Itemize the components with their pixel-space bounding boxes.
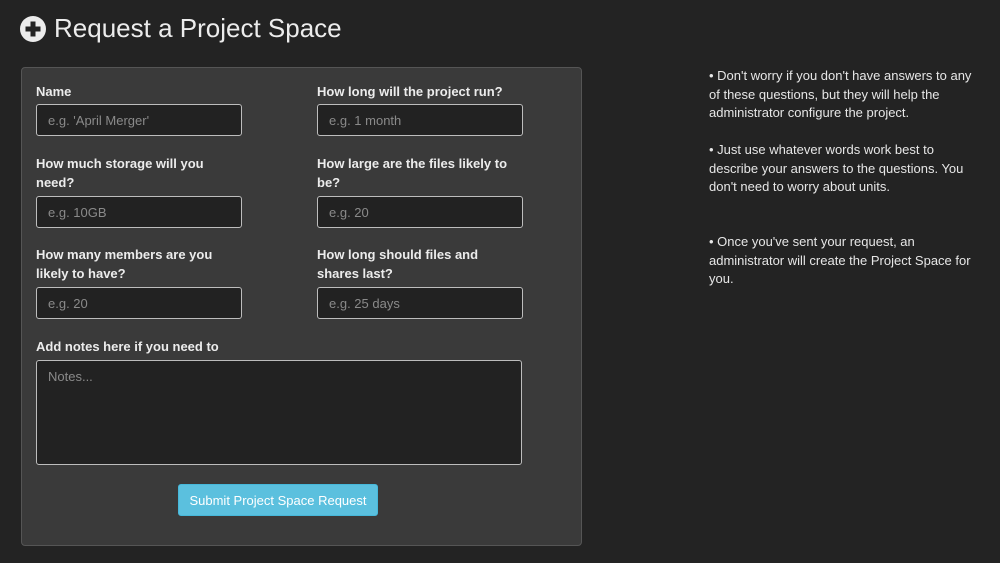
file-size-input[interactable] xyxy=(317,196,523,228)
file-size-field-group: How large are the files likely to be? xyxy=(317,154,523,228)
notes-label: Add notes here if you need to xyxy=(36,339,219,354)
retention-label: How long should files and shares last? xyxy=(317,247,479,281)
storage-input[interactable] xyxy=(36,196,242,228)
help-text-2: • Just use whatever words work best to d… xyxy=(709,142,964,194)
page: Request a Project Space Name How long wi… xyxy=(0,0,1000,563)
name-field-group: Name xyxy=(36,82,242,136)
submit-request-button[interactable]: Submit Project Space Request xyxy=(178,484,378,516)
page-title: Request a Project Space xyxy=(54,13,342,43)
retention-input[interactable] xyxy=(317,287,523,319)
members-label: How many members are you likely to have? xyxy=(36,247,213,281)
duration-field-group: How long will the project run? xyxy=(317,82,523,136)
project-request-form: Name How long will the project run? How … xyxy=(21,67,582,546)
file-size-label: How large are the files likely to be? xyxy=(317,156,508,190)
members-input[interactable] xyxy=(36,287,242,319)
page-header: Request a Project Space xyxy=(20,13,342,44)
plus-circle-icon xyxy=(20,15,46,42)
name-input[interactable] xyxy=(36,104,242,136)
help-text-3: • Once you've sent your request, an admi… xyxy=(709,234,971,286)
help-text-1: • Don't worry if you don't have answers … xyxy=(709,68,972,120)
duration-input[interactable] xyxy=(317,104,523,136)
notes-textarea[interactable] xyxy=(36,360,522,465)
members-field-group: How many members are you likely to have? xyxy=(36,245,242,319)
notes-field-group: Add notes here if you need to xyxy=(36,337,436,356)
storage-field-group: How much storage will you need? xyxy=(36,154,242,228)
storage-label: How much storage will you need? xyxy=(36,156,204,190)
duration-label: How long will the project run? xyxy=(317,84,503,99)
name-label: Name xyxy=(36,84,72,99)
retention-field-group: How long should files and shares last? xyxy=(317,245,523,319)
